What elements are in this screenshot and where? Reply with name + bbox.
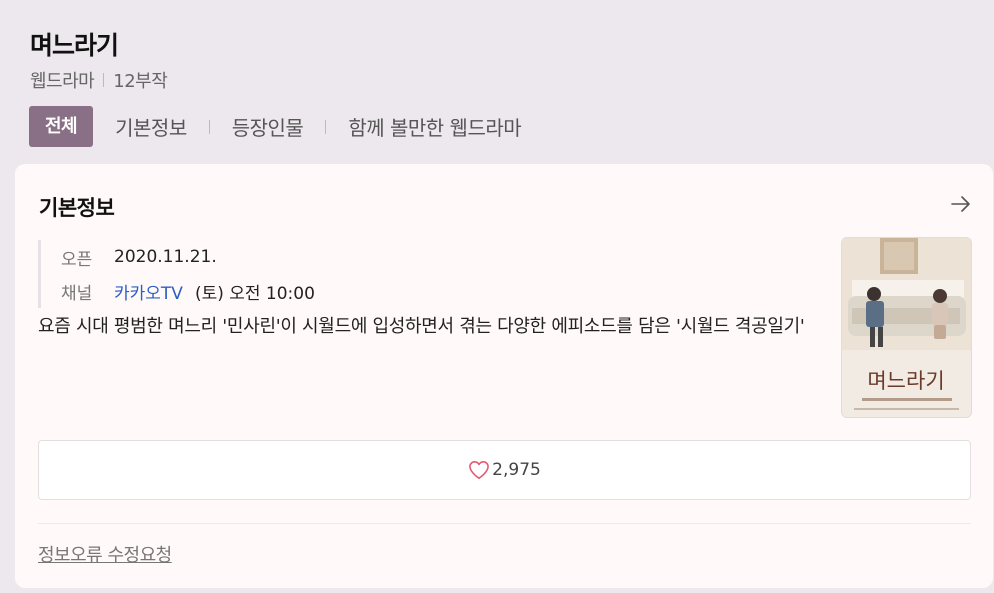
section-title: 기본정보 bbox=[39, 196, 115, 220]
arrow-right-icon[interactable] bbox=[949, 192, 973, 216]
open-date: 2020.11.21. bbox=[114, 247, 217, 267]
like-count: 2,975 bbox=[492, 460, 541, 480]
open-label: 오픈 bbox=[61, 249, 93, 270]
poster-title: 며느라기 bbox=[867, 369, 944, 393]
channel-link[interactable]: 카카오TV bbox=[114, 279, 183, 304]
like-button[interactable]: 2,975 bbox=[38, 440, 971, 500]
drama-title: 며느라기 bbox=[30, 31, 119, 60]
info-list: 오픈 2020.11.21. 채널 카카오TV (토) 오전 10:00 bbox=[38, 240, 315, 308]
channel-label: 채널 bbox=[61, 283, 93, 304]
synopsis: 요즘 시대 평범한 며느리 '민사린'이 시월드에 입성하면서 겪는 다양한 에… bbox=[38, 316, 805, 337]
poster-image[interactable]: 며느라기 bbox=[841, 237, 972, 418]
tab-characters[interactable]: 등장인물 bbox=[232, 112, 304, 141]
tab-basic-info[interactable]: 기본정보 bbox=[115, 112, 187, 141]
episodes-text: 12부작 bbox=[113, 71, 168, 92]
tab-divider bbox=[325, 119, 327, 134]
tab-related-dramas[interactable]: 함께 볼만한 웹드라마 bbox=[348, 112, 521, 141]
divider bbox=[38, 523, 971, 524]
drama-meta: 웹드라마 12부작 bbox=[30, 67, 168, 93]
report-error-link[interactable]: 정보오류 수정요청 bbox=[38, 541, 172, 567]
tab-divider bbox=[208, 119, 210, 134]
channel-row: 채널 카카오TV (토) 오전 10:00 bbox=[61, 274, 315, 308]
broadcast-schedule: (토) 오전 10:00 bbox=[194, 283, 315, 304]
meta-divider bbox=[103, 73, 105, 87]
tab-all[interactable]: 전체 bbox=[29, 106, 94, 147]
open-row: 오픈 2020.11.21. bbox=[61, 240, 315, 274]
tab-bar: 전체 기본정보 등장인물 함께 볼만한 웹드라마 bbox=[29, 106, 522, 147]
heart-outline-icon bbox=[469, 461, 490, 479]
basic-info-card: 기본정보 오픈 2020.11.21. 채널 카카오TV (토) 오전 10:0… bbox=[15, 164, 993, 588]
genre-text: 웹드라마 bbox=[30, 71, 95, 92]
